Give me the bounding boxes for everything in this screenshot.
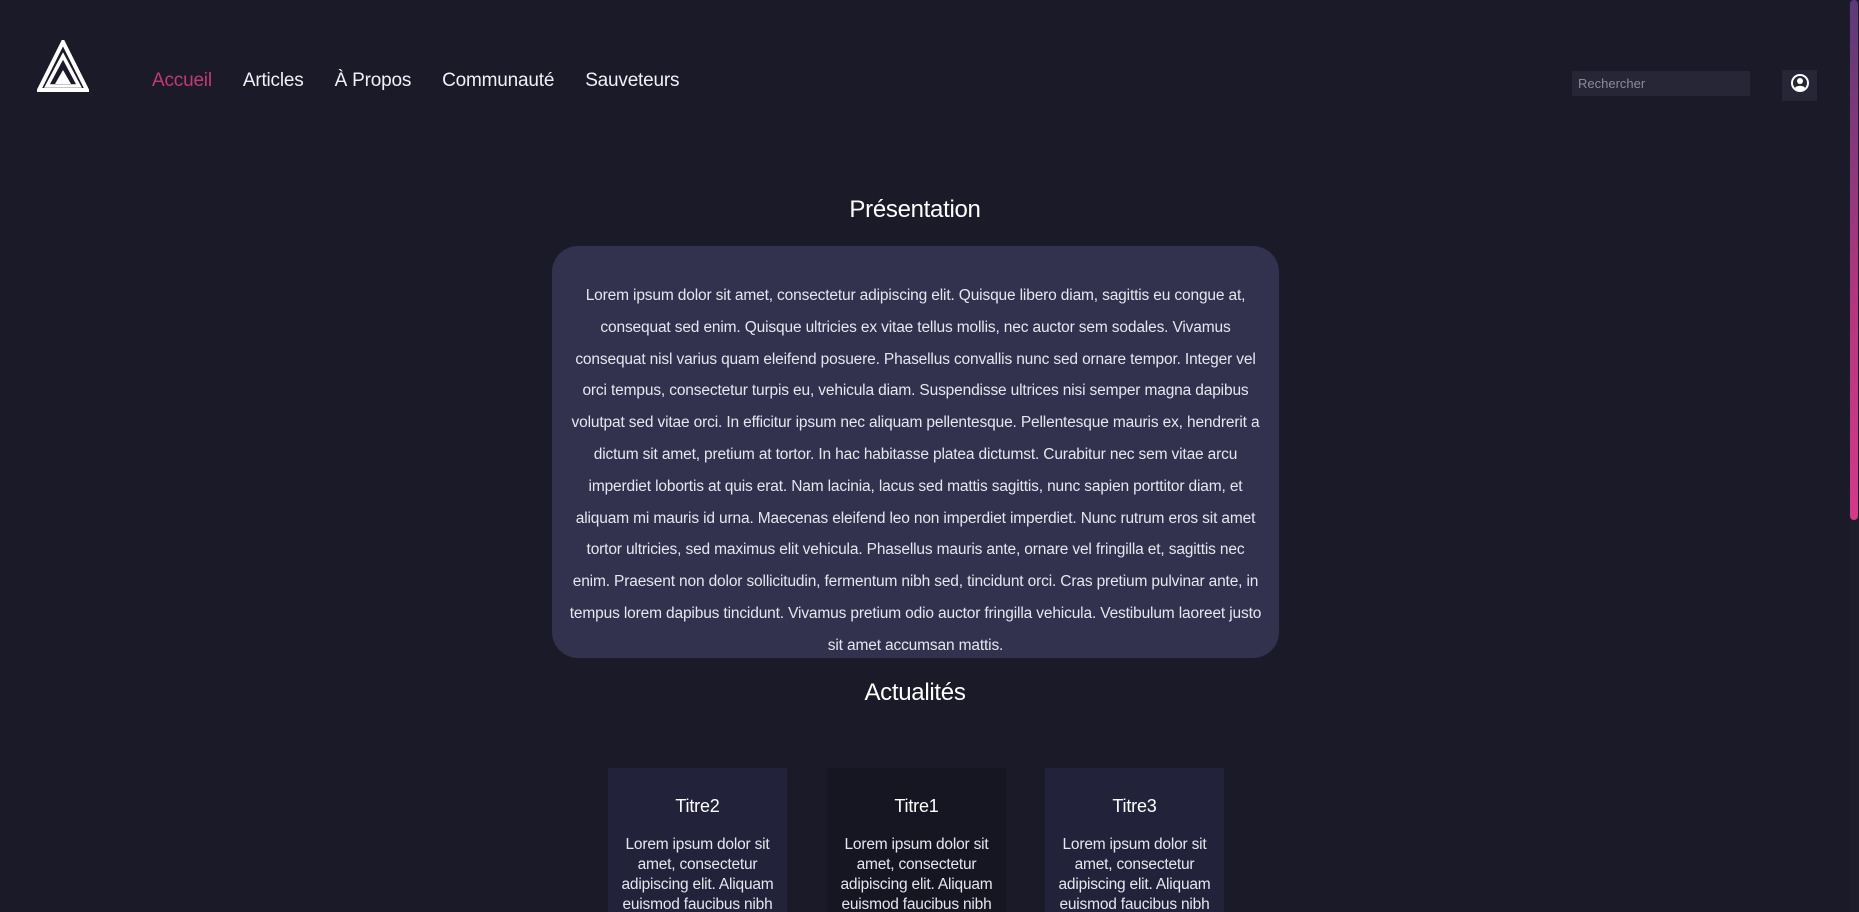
main-nav: Accueil Articles À Propos Communauté Sau… [152, 70, 710, 92]
user-account-button[interactable] [1782, 70, 1817, 101]
news-card-text: Lorem ipsum dolor sit amet, consectetur … [1058, 836, 1211, 912]
news-card[interactable]: Titre1 Lorem ipsum dolor sit amet, conse… [827, 768, 1006, 912]
site-header: Accueil Articles À Propos Communauté Sau… [0, 0, 1849, 130]
presentation-text: Lorem ipsum dolor sit amet, consectetur … [569, 287, 1262, 654]
nav-item-a-propos[interactable]: À Propos [335, 70, 412, 92]
scrollbar-thumb[interactable] [1850, 0, 1858, 520]
user-avatar-icon [1790, 73, 1810, 98]
nav-item-sauveteurs[interactable]: Sauveteurs [585, 70, 679, 92]
page-scrollbar[interactable] [1849, 0, 1859, 912]
news-card-title: Titre1 [894, 796, 939, 816]
presentation-heading: Présentation [849, 196, 981, 223]
nav-item-accueil[interactable]: Accueil [152, 70, 212, 92]
news-card[interactable]: Titre3 Lorem ipsum dolor sit amet, conse… [1045, 768, 1224, 912]
presentation-card: Lorem ipsum dolor sit amet, consectetur … [552, 246, 1279, 658]
search-input[interactable] [1572, 71, 1750, 96]
nav-item-communaute[interactable]: Communauté [442, 70, 554, 92]
news-card-text: Lorem ipsum dolor sit amet, consectetur … [840, 836, 993, 912]
page: Accueil Articles À Propos Communauté Sau… [0, 0, 1859, 912]
news-card-title: Titre2 [675, 796, 720, 816]
news-card-title: Titre3 [1112, 796, 1157, 816]
news-heading: Actualités [864, 679, 966, 706]
news-card[interactable]: Titre2 Lorem ipsum dolor sit amet, conse… [608, 768, 787, 912]
triangle-logo-icon[interactable] [35, 37, 91, 92]
nav-item-articles[interactable]: Articles [243, 70, 304, 92]
news-card-text: Lorem ipsum dolor sit amet, consectetur … [621, 836, 774, 912]
